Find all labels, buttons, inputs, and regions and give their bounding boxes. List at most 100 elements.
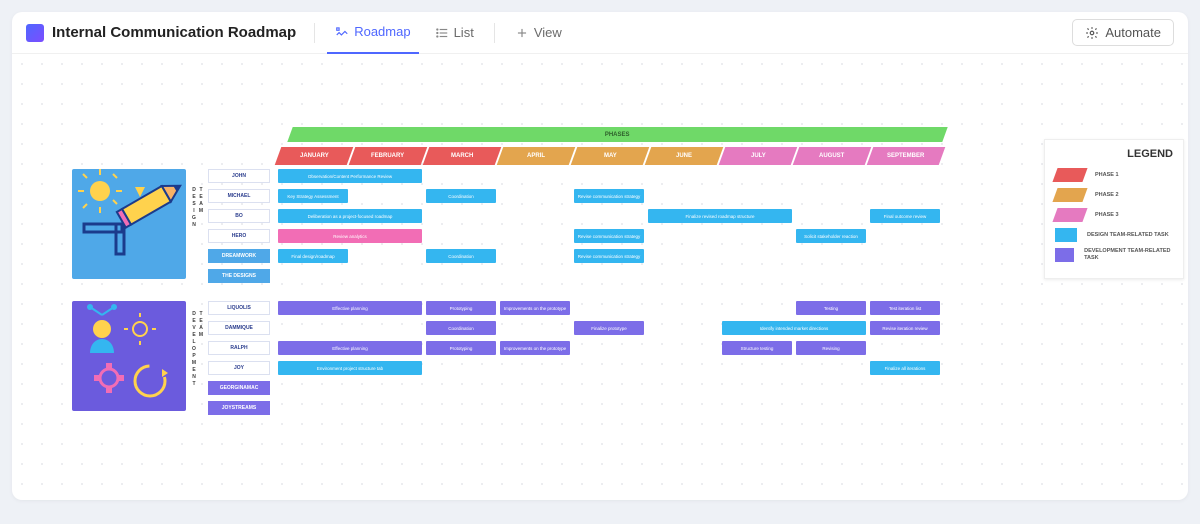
task-track: Effective planning Prototyping Improvement… (278, 341, 948, 355)
topbar: Internal Communication Roadmap Roadmap L… (12, 12, 1188, 54)
person-name: RALPH (208, 341, 270, 355)
month-header: MARCH (423, 147, 502, 165)
task-bar[interactable]: Revise communication strategy (574, 189, 644, 203)
legend-item: PHASE 2 (1055, 188, 1173, 202)
tab-list[interactable]: List (427, 12, 482, 54)
task-track: Final design/roadmap Coordination Revise c… (278, 249, 948, 263)
task-bar[interactable]: Effective planning (278, 301, 422, 315)
person-name: GEORGINAMAC (208, 381, 270, 395)
design-team-vlabel: DESIGN TEAM (190, 187, 204, 229)
task-bar[interactable]: Finalize prototype (574, 321, 644, 335)
task-track: Key Strategy Assessment Coordination Revis… (278, 189, 948, 203)
dev-names-column: LIQUOLIS DAMMIQUE RALPH JOY GEORGINAMAC JOYST… (208, 301, 270, 421)
legend-label: DEVELOPMENT TEAM-RELATED TASK (1084, 248, 1173, 261)
task-bar[interactable]: Test iteration list (870, 301, 940, 315)
legend-swatch (1052, 168, 1087, 182)
person-name: HERO (208, 229, 270, 243)
task-bar[interactable]: Revise communication strategy (574, 229, 644, 243)
dev-team-vlabel: DEVELOPMENT TEAM (190, 311, 204, 388)
task-bar[interactable]: Coordination (426, 189, 496, 203)
divider (314, 23, 315, 43)
person-name: MICHAEL (208, 189, 270, 203)
task-bar[interactable]: Revising (796, 341, 866, 355)
automate-label: Automate (1105, 25, 1161, 40)
month-header: JULY (719, 147, 798, 165)
task-bar[interactable]: Solicit stakeholder reaction (796, 229, 866, 243)
task-track (278, 381, 948, 395)
legend-item: DESIGN TEAM-RELATED TASK (1055, 228, 1173, 242)
plus-icon (515, 26, 529, 40)
design-team-card (72, 169, 186, 279)
legend-swatch (1055, 248, 1074, 262)
legend-label: DESIGN TEAM-RELATED TASK (1087, 232, 1169, 239)
person-name: DREAMWORK (208, 249, 270, 263)
task-track: Deliberation as a project-focused roadma… (278, 209, 948, 223)
month-header: MAY (571, 147, 650, 165)
design-tasks-grid: Observation/Content Performance Review Ke… (278, 169, 948, 289)
legend-label: PHASE 2 (1095, 192, 1119, 199)
task-bar[interactable]: Review analytics (278, 229, 422, 243)
task-bar[interactable]: Effective planning (278, 341, 422, 355)
legend-label: PHASE 1 (1095, 172, 1119, 179)
month-header: FEBRUARY (349, 147, 428, 165)
task-bar[interactable]: Key Strategy Assessment (278, 189, 348, 203)
legend-swatch (1055, 228, 1077, 242)
task-bar[interactable]: Final design/roadmap (278, 249, 348, 263)
dev-tasks-grid: Effective planning Prototyping Improvement… (278, 301, 948, 421)
month-header: APRIL (497, 147, 576, 165)
task-track: Effective planning Prototyping Improvement… (278, 301, 948, 315)
task-track: Observation/Content Performance Review (278, 169, 948, 183)
list-icon (435, 26, 449, 40)
task-bar[interactable]: Finalize all iterations (870, 361, 940, 375)
legend-item: PHASE 1 (1055, 168, 1173, 182)
page-title: Internal Communication Roadmap (52, 24, 296, 41)
task-bar[interactable]: Final outcome review (870, 209, 940, 223)
task-bar[interactable]: Prototyping (426, 341, 496, 355)
task-track: Environment project structure tab Finaliz… (278, 361, 948, 375)
task-bar[interactable]: Observation/Content Performance Review (278, 169, 422, 183)
dev-illustration-icon (72, 301, 186, 411)
legend-swatch (1052, 208, 1087, 222)
dev-team-card (72, 301, 186, 411)
legend-label: PHASE 3 (1095, 212, 1119, 219)
task-bar[interactable]: Finalize revised roadmap structure (648, 209, 792, 223)
task-bar[interactable]: Deliberation as a project-focused roadma… (278, 209, 422, 223)
months-row: JANUARYFEBRUARYMARCHAPRILMAYJUNEJULYAUGU… (278, 147, 944, 165)
task-bar[interactable]: Coordination (426, 321, 496, 335)
tab-add-view[interactable]: View (507, 12, 570, 54)
task-bar[interactable]: Improvements on the prototype (500, 341, 570, 355)
task-bar[interactable]: Coordination (426, 249, 496, 263)
design-illustration-icon (72, 169, 186, 279)
task-bar[interactable]: Revise communication strategy (574, 249, 644, 263)
task-bar[interactable]: Identify intended market directions (722, 321, 866, 335)
person-name: DAMMIQUE (208, 321, 270, 335)
month-header: JANUARY (275, 147, 354, 165)
task-bar[interactable]: Improvements on the prototype (500, 301, 570, 315)
person-name: JOY (208, 361, 270, 375)
task-bar[interactable]: Revise iteration review (870, 321, 940, 335)
month-header: SEPTEMBER (867, 147, 946, 165)
app-window: Internal Communication Roadmap Roadmap L… (12, 12, 1188, 500)
month-header: JUNE (645, 147, 724, 165)
task-bar[interactable]: Structure testing (722, 341, 792, 355)
whiteboard-canvas[interactable]: LEGEND PHASE 1 PHASE 2 PHASE 3 DESIGN TEAM-… (12, 54, 1188, 500)
person-name: LIQUOLIS (208, 301, 270, 315)
tab-roadmap[interactable]: Roadmap (327, 12, 418, 54)
legend-panel: LEGEND PHASE 1 PHASE 2 PHASE 3 DESIGN TEAM-… (1044, 139, 1184, 279)
task-track: Review analytics Revise communication str… (278, 229, 948, 243)
person-name: JOYSTREAMS (208, 401, 270, 415)
legend-swatch (1052, 188, 1087, 202)
person-name: BO (208, 209, 270, 223)
legend-item: DEVELOPMENT TEAM-RELATED TASK (1055, 248, 1173, 262)
task-track (278, 269, 948, 283)
task-bar[interactable]: Testing (796, 301, 866, 315)
legend-item: PHASE 3 (1055, 208, 1173, 222)
task-bar[interactable]: Environment project structure tab (278, 361, 422, 375)
task-bar[interactable]: Prototyping (426, 301, 496, 315)
roadmap-icon (335, 25, 349, 39)
task-track (278, 401, 948, 415)
legend-title: LEGEND (1055, 148, 1173, 160)
tab-label: Roadmap (354, 24, 410, 39)
person-name: THE DESIGNS (208, 269, 270, 283)
automate-button[interactable]: Automate (1072, 19, 1174, 46)
